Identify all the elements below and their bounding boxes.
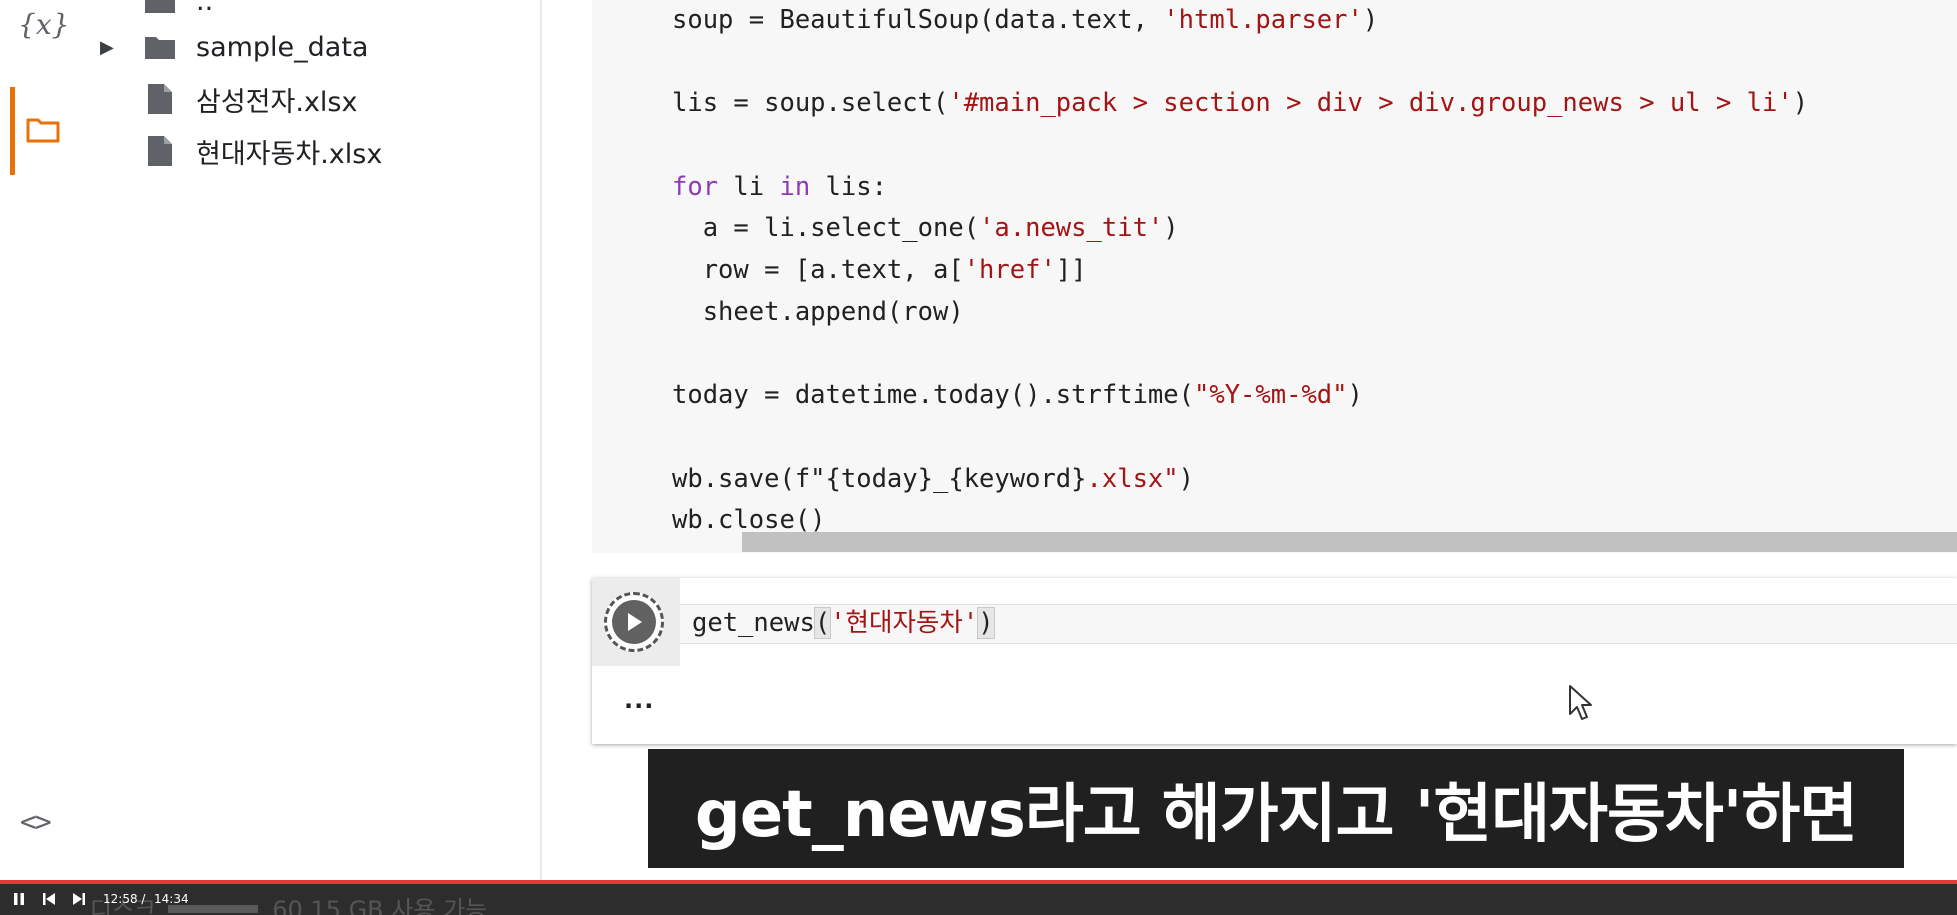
code-argument: '현대자동차'	[830, 608, 979, 638]
folder-icon	[140, 31, 180, 63]
play-icon	[612, 600, 656, 644]
file-icon	[140, 83, 180, 115]
previous-icon[interactable]	[42, 892, 56, 906]
code-token: soup = BeautifulSoup(data.text,	[672, 5, 1164, 35]
tree-item-label: sample_data	[196, 31, 369, 63]
tree-item-label: 삼성전자.xlsx	[196, 86, 358, 118]
icon-rail: {x} <>	[0, 0, 72, 884]
code-string: '#main_pack > section > div > div.group_…	[948, 88, 1793, 119]
cell-gutter	[592, 578, 680, 666]
run-cell-button[interactable]	[604, 592, 664, 652]
code-token: li	[718, 171, 780, 202]
code-keyword: in	[779, 171, 811, 202]
code-token: ]]	[1055, 255, 1087, 286]
code-line: soup = BeautifulSoup(data.text, 'html.pa…	[672, 0, 1808, 42]
files-tab[interactable]	[10, 87, 60, 175]
subtitle-text: get_news라고 해가지고 '현대자동차'하면	[694, 777, 1858, 852]
code-token: wb.save(f"{today}_{keyword}	[672, 463, 1087, 494]
code-token: sheet.append(row)	[672, 296, 964, 327]
code-function: get_news	[692, 608, 815, 638]
code-token: a = li.select_one(	[672, 213, 980, 244]
code-token: lis:	[810, 171, 887, 202]
code-keyword: for	[672, 171, 719, 202]
code-token: )	[1362, 5, 1379, 35]
open-paren: (	[813, 607, 832, 639]
code-string: "%Y-%m-%d"	[1193, 380, 1348, 411]
code-cell[interactable]: soup = BeautifulSoup(data.text, 'html.pa…	[592, 0, 1957, 553]
total-time: 14:34	[154, 892, 189, 906]
code-token: )	[1163, 213, 1179, 244]
mouse-cursor-icon	[1569, 685, 1592, 720]
next-icon[interactable]	[72, 892, 86, 906]
disk-free: 60.15 GB 사용 가능	[272, 896, 488, 915]
code-line: wb.save(f"{today}_{keyword}.xlsx")	[672, 459, 1808, 501]
folder-icon	[140, 0, 180, 17]
code-token: )	[1792, 88, 1809, 119]
code-line: lis = soup.select('#main_pack > section …	[672, 83, 1808, 125]
cell-input-code[interactable]: get_news('현대자동차')	[692, 602, 995, 639]
code-string: 'href'	[963, 255, 1056, 286]
code-editor[interactable]: soup = BeautifulSoup(data.text, 'html.pa…	[672, 0, 1808, 542]
tree-item-file[interactable]: 삼성전자.xlsx	[72, 76, 357, 122]
code-line: for li in lis:	[672, 167, 1808, 209]
cell-output-running: ...	[624, 686, 655, 714]
code-line: a = li.select_one('a.news_tit')	[672, 208, 1808, 250]
pause-icon[interactable]	[12, 892, 26, 906]
code-line: today = datetime.today().strftime("%Y-%m…	[672, 375, 1808, 417]
code-cell-active[interactable]: get_news('현대자동차') ...	[592, 578, 1957, 744]
folder-icon	[26, 118, 60, 143]
code-string: .xlsx"	[1086, 463, 1179, 494]
tree-item-sample-data[interactable]: ▶ sample_data	[72, 24, 368, 70]
disk-status: 디스크 60.15 GB 사용 가능	[90, 890, 487, 915]
code-line: sheet.append(row)	[672, 292, 1808, 334]
code-token: wb.close()	[672, 505, 826, 536]
video-subtitle: get_news라고 해가지고 '현대자동차'하면	[648, 749, 1904, 868]
file-icon	[140, 135, 180, 167]
code-string: 'a.news_tit'	[979, 213, 1164, 244]
close-paren: )	[977, 607, 995, 639]
code-token: lis = soup.select(	[672, 88, 949, 119]
tree-item-file[interactable]: 현대자동차.xlsx	[72, 128, 382, 174]
code-token: )	[1347, 380, 1363, 411]
code-line: row = [a.text, a['href']]	[672, 250, 1808, 292]
expand-arrow-icon[interactable]: ▶	[100, 37, 122, 58]
code-token: row = [a.text, a[	[672, 255, 964, 286]
tree-item-parent[interactable]: ..	[72, 0, 213, 24]
tree-item-label: ..	[196, 0, 214, 17]
file-browser-panel: .. ▶ sample_data 삼성전자.xlsx 현대자동차.xlsx	[72, 0, 542, 884]
variables-icon[interactable]: {x}	[18, 8, 69, 41]
horizontal-scrollbar[interactable]	[742, 532, 1957, 552]
code-token: today = datetime.today().strftime(	[672, 380, 1194, 411]
current-time: 12:58 /	[103, 892, 146, 906]
disk-usage-bar	[168, 905, 259, 913]
tree-item-label: 현대자동차.xlsx	[196, 138, 383, 170]
video-player-controls: 디스크 60.15 GB 사용 가능 12:58 / 14:34	[0, 884, 1957, 915]
code-string: 'html.parser'	[1163, 5, 1363, 35]
code-token: )	[1178, 463, 1194, 494]
code-snippets-icon[interactable]: <>	[20, 805, 52, 838]
